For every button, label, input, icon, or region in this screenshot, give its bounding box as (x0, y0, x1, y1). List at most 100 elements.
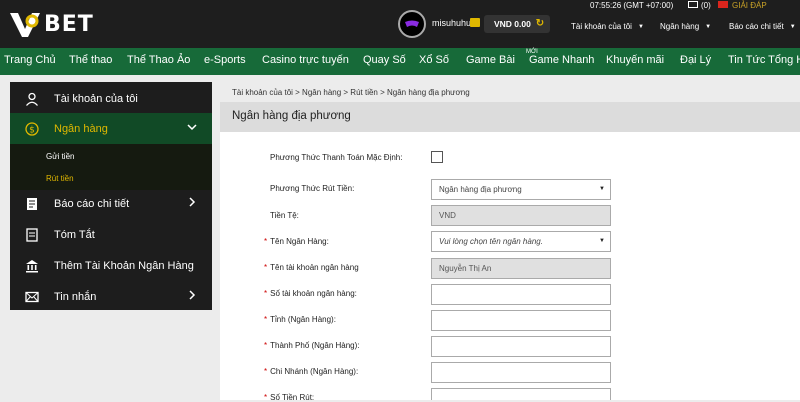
menu-my-account[interactable]: Tài khoản của tôi ▼ (571, 22, 644, 31)
amount-input[interactable] (431, 388, 611, 400)
menu-reports[interactable]: Báo cáo chi tiết ▼ (729, 22, 796, 31)
required-mark: * (264, 367, 268, 376)
breadcrumb: Tài khoản của tôi > Ngân hàng > Rút tiền… (232, 88, 470, 97)
branch-label: * Chi Nhánh (Ngân Hàng): (264, 367, 358, 376)
nav-quick-games[interactable]: Game Nhanh (529, 54, 594, 66)
nav-home[interactable]: Trang Chủ (4, 54, 56, 66)
bank-submenu: Gửi tiền Rút tiền (10, 144, 212, 190)
account-name-label: * Tên tài khoản ngân hàng (264, 263, 359, 272)
mask-icon (405, 20, 419, 27)
menu-bank[interactable]: Ngân hàng ▼ (660, 22, 711, 31)
city-label-text: Thành Phố (Ngân Hàng): (270, 341, 360, 350)
submenu-deposit[interactable]: Gửi tiền (46, 152, 74, 161)
nav-casino[interactable]: Casino trực tuyến (262, 54, 349, 66)
sidebar-item-label: Tài khoản của tôi (54, 92, 138, 105)
account-number-label-text: Số tài khoản ngân hàng: (270, 289, 357, 298)
required-mark: * (264, 263, 268, 272)
amount-label: * Số Tiền Rút: (264, 393, 314, 402)
required-mark: * (264, 289, 268, 298)
account-name-label-text: Tên tài khoản ngân hàng (270, 263, 359, 272)
currency-value: VND (439, 211, 456, 220)
logo-mark-icon (10, 13, 40, 37)
chevron-right-icon (189, 290, 196, 300)
mail-count: (0) (701, 1, 711, 10)
nav-card-games[interactable]: Game Bài (466, 54, 515, 66)
mail-icon[interactable] (688, 1, 698, 8)
bank-icon (24, 258, 40, 274)
sidebar-item-my-account[interactable]: Tài khoản của tôi (10, 83, 212, 114)
account-name-field: Nguyễn Thị An (431, 258, 611, 279)
balance-value: VND 0.00 (494, 19, 531, 29)
wallet-icon (470, 18, 480, 27)
support-link[interactable]: GIẢI ĐÁP (732, 1, 767, 10)
sidebar-item-label: Báo cáo chi tiết (54, 197, 130, 210)
required-mark: * (264, 393, 268, 402)
summary-icon (24, 227, 40, 243)
caret-down-icon: ▼ (637, 23, 644, 30)
report-icon (24, 196, 40, 212)
avatar[interactable] (398, 10, 426, 38)
required-mark: * (264, 341, 268, 350)
main-nav: Trang Chủ Thể thao Thể Thao Ảo e-Sports … (0, 48, 800, 75)
nav-agent[interactable]: Đại Lý (680, 54, 711, 66)
username[interactable]: misuhuhu (432, 18, 471, 28)
sidebar-item-label: Tin nhắn (54, 290, 97, 303)
currency-field: VND (431, 205, 611, 226)
logo[interactable]: BET (8, 6, 94, 42)
clock: 07:55:26 (GMT +07:00) (590, 1, 674, 10)
caret-down-icon: ▼ (789, 23, 796, 30)
svg-text:$: $ (29, 125, 35, 135)
sidebar-item-label: Tóm Tắt (54, 228, 95, 241)
menu-my-account-label: Tài khoản của tôi (571, 22, 632, 31)
submenu-withdraw[interactable]: Rút tiền (46, 174, 74, 183)
account-number-label: * Số tài khoản ngân hàng: (264, 289, 357, 298)
account-name-value: Nguyễn Thị An (439, 264, 492, 273)
bank-name-select[interactable]: Vui lòng chọn tên ngân hàng. ▼ (431, 231, 611, 252)
nav-lottery-draw[interactable]: Quay Số (363, 54, 406, 66)
chevron-right-icon (189, 197, 196, 207)
chevron-down-icon (187, 124, 197, 131)
province-label-text: Tỉnh (Ngân Hàng): (270, 315, 336, 324)
sidebar: Tài khoản của tôi $ Ngân hàng Gửi tiền R… (10, 82, 212, 310)
sidebar-item-reports[interactable]: Báo cáo chi tiết (10, 188, 212, 219)
nav-sports[interactable]: Thể thao (69, 54, 112, 66)
account-number-input[interactable] (431, 284, 611, 305)
sidebar-item-label: Ngân hàng (54, 122, 108, 135)
nav-promotions[interactable]: Khuyến mãi (606, 54, 664, 66)
new-badge: MỚI (526, 49, 538, 55)
default-method-checkbox[interactable] (431, 151, 443, 163)
nav-virtual-sports[interactable]: Thể Thao Ảo (127, 54, 190, 66)
city-input[interactable] (431, 336, 611, 357)
withdraw-method-value: Ngân hàng địa phương (439, 185, 522, 194)
page-title: Ngân hàng địa phương (232, 110, 351, 122)
caret-down-icon: ▼ (599, 186, 605, 192)
nav-news[interactable]: Tin Tức Tổng Hợ (728, 54, 800, 66)
nav-esports[interactable]: e-Sports (204, 54, 246, 66)
top-bar: BET misuhuhu VND 0.00 ↻ 07:55:26 (GMT +0… (0, 0, 800, 48)
default-method-label: Phương Thức Thanh Toán Mặc Định: (270, 153, 403, 162)
refresh-icon[interactable]: ↻ (534, 18, 546, 30)
province-label: * Tỉnh (Ngân Hàng): (264, 315, 336, 324)
content-header: Ngân hàng địa phương (220, 102, 800, 132)
sidebar-item-summary[interactable]: Tóm Tắt (10, 219, 212, 250)
withdraw-method-label: Phương Thức Rút Tiền: (270, 184, 355, 193)
user-icon (24, 91, 40, 107)
message-icon (24, 289, 40, 305)
amount-label-text: Số Tiền Rút: (270, 393, 315, 402)
required-mark: * (264, 315, 268, 324)
nav-lottery[interactable]: Xổ Số (419, 54, 449, 66)
sidebar-item-add-bank-account[interactable]: Thêm Tài Khoản Ngân Hàng (10, 250, 212, 281)
currency-label: Tiền Tệ: (270, 211, 299, 220)
sidebar-item-messages[interactable]: Tin nhắn (10, 281, 212, 312)
caret-down-icon: ▼ (599, 238, 605, 244)
bank-name-placeholder: Vui lòng chọn tên ngân hàng. (439, 237, 543, 246)
branch-input[interactable] (431, 362, 611, 383)
language-flag-icon[interactable] (718, 1, 728, 8)
menu-bank-label: Ngân hàng (660, 22, 700, 31)
menu-reports-label: Báo cáo chi tiết (729, 22, 784, 31)
sidebar-item-bank[interactable]: $ Ngân hàng (10, 113, 212, 144)
sidebar-item-label: Thêm Tài Khoản Ngân Hàng (54, 259, 194, 272)
withdraw-method-select[interactable]: Ngân hàng địa phương ▼ (431, 179, 611, 200)
required-mark: * (264, 237, 268, 246)
province-input[interactable] (431, 310, 611, 331)
